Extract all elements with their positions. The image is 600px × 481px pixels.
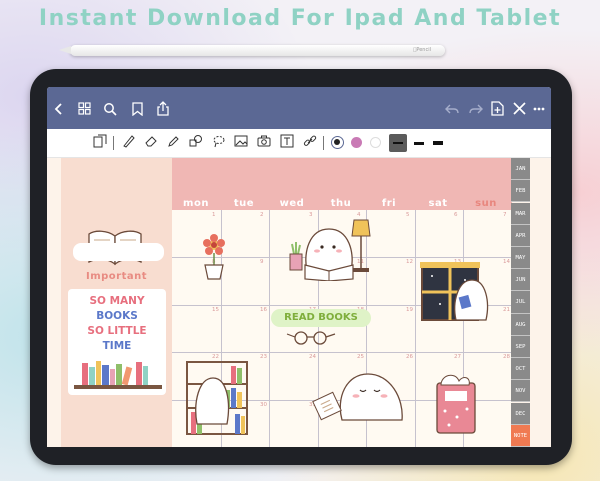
- date-number[interactable]: 25: [357, 354, 364, 360]
- sleeping-ghost-sticker: [312, 368, 408, 432]
- camera-icon[interactable]: [256, 134, 272, 152]
- date-number[interactable]: 1: [212, 212, 216, 218]
- drawing-toolbar: [47, 129, 551, 158]
- grid-column-line: [415, 210, 416, 447]
- month-tab-aug[interactable]: AUG: [511, 313, 530, 336]
- medium-stroke-button[interactable]: [414, 142, 424, 145]
- date-number[interactable]: 5: [406, 212, 410, 218]
- undo-icon[interactable]: [442, 87, 462, 129]
- day-thu: thu: [330, 198, 352, 209]
- grid-icon[interactable]: [74, 87, 94, 129]
- month-tab-dec[interactable]: DEC: [511, 402, 530, 425]
- date-number[interactable]: 26: [406, 354, 413, 360]
- thin-stroke-button[interactable]: [389, 134, 407, 152]
- headline: Instant Download For Ipad And Tablet: [38, 6, 562, 31]
- planner-page: Important SO MANY BOOKS SO LITTLE TIME m…: [47, 158, 551, 447]
- lasso-icon[interactable]: [211, 134, 227, 152]
- day-sun: sun: [475, 198, 497, 209]
- date-number[interactable]: 16: [260, 307, 267, 313]
- day-sat: sat: [428, 198, 448, 209]
- pen-icon[interactable]: [121, 134, 137, 152]
- month-tab-sep[interactable]: SEP: [511, 335, 530, 358]
- date-number[interactable]: 27: [454, 354, 461, 360]
- lamp-sticker: [350, 218, 372, 278]
- month-tab-jun[interactable]: JUN: [511, 269, 530, 292]
- grid-column-line: [269, 210, 270, 447]
- text-icon[interactable]: [279, 134, 295, 152]
- redo-icon[interactable]: [466, 87, 486, 129]
- date-number[interactable]: 21: [503, 307, 510, 313]
- pencil-cup-sticker: [288, 240, 304, 276]
- day-tue: tue: [233, 198, 255, 209]
- link-icon[interactable]: [302, 134, 318, 152]
- date-number[interactable]: 24: [309, 354, 316, 360]
- date-number[interactable]: 12: [406, 259, 413, 265]
- date-number[interactable]: 28: [503, 354, 510, 360]
- quote-line-3: SO LITTLE: [87, 325, 147, 337]
- quote-line-4: TIME: [102, 340, 132, 352]
- flower-pot-sticker: [197, 233, 231, 285]
- thick-stroke-button[interactable]: [433, 141, 443, 145]
- date-number[interactable]: 6: [454, 212, 458, 218]
- date-number[interactable]: 7: [503, 212, 507, 218]
- glasses-icon: [285, 330, 337, 350]
- highlighter-icon[interactable]: [165, 134, 181, 152]
- date-number[interactable]: 30: [260, 402, 267, 408]
- month-tab-apr[interactable]: APR: [511, 224, 530, 247]
- day-wed: wed: [279, 198, 305, 209]
- quote-line-1: SO MANY: [89, 295, 145, 307]
- close-icon[interactable]: [509, 87, 529, 129]
- search-icon[interactable]: [100, 87, 120, 129]
- more-icon[interactable]: [529, 87, 549, 129]
- date-number[interactable]: 15: [212, 307, 219, 313]
- add-page-icon[interactable]: [487, 87, 507, 129]
- apple-pencil: Pencil: [59, 45, 445, 56]
- date-number[interactable]: 9: [260, 259, 264, 265]
- quote-line-2: BOOKS: [96, 310, 138, 322]
- month-tab-jan[interactable]: JAN: [511, 158, 530, 181]
- read-books-text: READ BOOKS: [284, 312, 358, 323]
- pencil-brand-label: Pencil: [413, 47, 431, 53]
- pink-notebook-sticker: [435, 373, 479, 441]
- date-number[interactable]: 3: [309, 212, 313, 218]
- month-tab-feb[interactable]: FEB: [511, 180, 530, 203]
- grid-row-line: [172, 352, 512, 353]
- month-tab-nov[interactable]: NOV: [511, 380, 530, 403]
- important-label: Important: [85, 271, 148, 282]
- date-number[interactable]: 19: [406, 307, 413, 313]
- date-number[interactable]: 14: [503, 259, 510, 265]
- date-number[interactable]: 23: [260, 354, 267, 360]
- month-tab-may[interactable]: MAY: [511, 246, 530, 270]
- month-tabs: JAN FEB MAR APR MAY JUN JUL AUG SEP OCT NOV DEC NOTE: [511, 158, 531, 447]
- month-tab-jul[interactable]: JUL: [511, 291, 530, 314]
- date-number[interactable]: 2: [260, 212, 264, 218]
- image-icon[interactable]: [233, 134, 249, 152]
- bookshelf-ghost-sticker: [185, 358, 251, 442]
- purple-color-swatch[interactable]: [351, 137, 362, 148]
- bookshelf-icon: [72, 355, 164, 395]
- back-arrow-icon[interactable]: [49, 87, 69, 129]
- black-color-swatch[interactable]: [331, 136, 344, 149]
- day-mon: mon: [183, 198, 209, 209]
- day-fri: fri: [381, 198, 397, 209]
- shapes-icon[interactable]: [188, 134, 204, 152]
- eraser-icon[interactable]: [143, 134, 159, 152]
- label-banner: [73, 243, 164, 261]
- bookmark-icon[interactable]: [127, 87, 147, 129]
- quote-card: SO MANY BOOKS SO LITTLE TIME: [68, 289, 166, 395]
- read-books-sticker: READ BOOKS: [271, 309, 371, 327]
- month-tab-mar[interactable]: MAR: [511, 202, 530, 225]
- month-tab-oct[interactable]: OCT: [511, 358, 530, 381]
- month-tab-note[interactable]: NOTE: [511, 424, 530, 447]
- share-icon[interactable]: [153, 87, 173, 129]
- lasso-select-icon[interactable]: [92, 134, 108, 152]
- window-ghost-sticker: [420, 262, 490, 328]
- top-navigation-bar: [47, 87, 551, 129]
- white-color-swatch[interactable]: [370, 137, 381, 148]
